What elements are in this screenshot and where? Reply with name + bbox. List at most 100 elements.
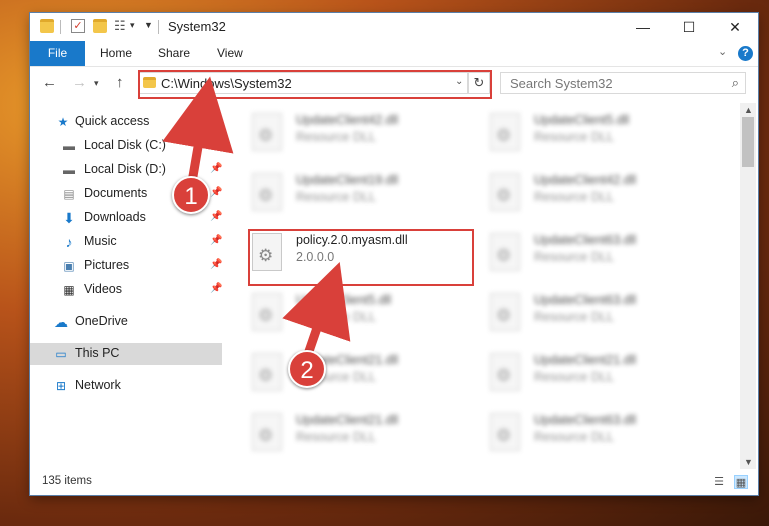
item-count: 135 items: [42, 475, 92, 487]
scroll-up-icon[interactable]: ▲: [744, 105, 753, 115]
tab-file[interactable]: File: [30, 41, 85, 66]
file-item[interactable]: ⚙ UpdateClient63.dll Resource DLL: [464, 289, 694, 337]
sidebar-item-label: Downloads: [84, 210, 146, 224]
sidebar-item-label: Local Disk (D:): [84, 162, 166, 176]
file-item[interactable]: ⚙ UpdateClient63.dll Resource DLL: [464, 409, 694, 457]
dll-file-icon: ⚙: [252, 293, 282, 331]
address-highlight-box: [138, 70, 492, 99]
large-icons-view-icon[interactable]: ▦: [734, 475, 748, 489]
tab-home[interactable]: Home: [100, 41, 132, 66]
file-item[interactable]: ⚙ UpdateClient42.dll Resource DLL: [464, 169, 694, 217]
dll-file-icon: ⚙: [252, 113, 282, 151]
search-icon[interactable]: ⌕: [732, 75, 739, 91]
gear-icon: ⚙: [496, 186, 512, 205]
gear-icon: ⚙: [258, 426, 274, 445]
file-name: UpdateClient21.dll: [534, 353, 637, 367]
dll-file-icon: ⚙: [252, 413, 282, 451]
gear-icon: ⚙: [258, 306, 274, 325]
sidebar-item-label: Music: [84, 234, 117, 248]
dll-file-icon: ⚙: [490, 293, 520, 331]
file-description: Resource DLL: [534, 430, 614, 444]
file-item[interactable]: ⚙ UpdateClient19.dll Resource DLL: [226, 169, 456, 217]
sidebar-item-label: Videos: [84, 282, 122, 296]
sidebar-item-local-disk-c[interactable]: ▬ Local Disk (C:) 📌: [30, 135, 222, 157]
ribbon-tabs: File Home Share View ⌄ ?: [30, 41, 758, 67]
sidebar-item-videos[interactable]: ▦ Videos 📌: [30, 279, 222, 301]
step-2-badge: 2: [288, 350, 326, 388]
file-description: Resource DLL: [534, 130, 614, 144]
music-icon: ♪: [65, 234, 73, 250]
file-description: Resource DLL: [296, 190, 376, 204]
sidebar-item-music[interactable]: ♪ Music 📌: [30, 231, 223, 253]
file-name: UpdateClient19.dll: [296, 173, 399, 187]
forward-arrow-icon[interactable]: →: [72, 74, 87, 91]
vertical-scrollbar[interactable]: ▲ ▼: [740, 103, 756, 469]
file-explorer-window: ✓ ☷ ▾ ▼ System32 — ☐ ✕ File Home Share V…: [30, 13, 758, 495]
file-name: UpdateClient5.dll: [534, 113, 630, 127]
pin-icon[interactable]: 📌: [210, 211, 222, 222]
sidebar-item-this-pc[interactable]: ▭ This PC: [30, 343, 222, 365]
dll-file-icon: ⚙: [252, 173, 282, 211]
sidebar-item-network[interactable]: ⊞ Network: [30, 375, 222, 397]
close-button[interactable]: ✕: [712, 13, 758, 41]
dll-file-icon: ⚙: [490, 233, 520, 271]
file-name: UpdateClient63.dll: [534, 413, 637, 427]
gear-icon: ⚙: [258, 126, 274, 145]
file-name: UpdateClient21.dll: [296, 413, 399, 427]
search-input[interactable]: Search System32: [510, 76, 613, 91]
file-item[interactable]: ⚙ UpdateClient21.dll Resource DLL: [226, 349, 456, 397]
gear-icon: ⚙: [496, 306, 512, 325]
help-icon[interactable]: ?: [738, 46, 753, 61]
sidebar-item-label: Network: [75, 378, 121, 392]
sidebar-item-label: Pictures: [84, 258, 130, 272]
sidebar-item-pictures[interactable]: ▣ Pictures 📌: [30, 255, 222, 277]
dll-file-icon: ⚙: [490, 353, 520, 391]
up-arrow-icon[interactable]: ↑: [116, 74, 124, 91]
gear-icon: ⚙: [496, 246, 512, 265]
pictures-icon: ▣: [63, 259, 75, 273]
maximize-button[interactable]: ☐: [666, 13, 712, 41]
chevron-down-icon[interactable]: ▾: [130, 20, 135, 31]
sidebar-item-quick-access[interactable]: ★ Quick access: [30, 111, 222, 133]
dll-file-icon: ⚙: [490, 113, 520, 151]
search-box[interactable]: Search System32 ⌕: [500, 72, 746, 94]
file-item[interactable]: ⚙ UpdateClient42.dll Resource DLL: [226, 109, 456, 157]
dll-file-icon: ⚙: [252, 353, 282, 391]
pin-icon[interactable]: 📌: [210, 259, 222, 270]
file-item[interactable]: ⚙ UpdateClient5.dll Resource DLL: [464, 109, 694, 157]
minimize-button[interactable]: —: [620, 13, 666, 41]
tab-view[interactable]: View: [217, 41, 243, 66]
details-view-icon[interactable]: ☰: [712, 475, 726, 489]
scroll-thumb[interactable]: [742, 117, 754, 167]
pin-icon[interactable]: 📌: [210, 283, 222, 294]
file-item[interactable]: ⚙ UpdateClient5.dll Resource DLL: [226, 289, 456, 337]
title-bar: ✓ ☷ ▾ ▼ System32 — ☐ ✕: [30, 13, 758, 41]
file-item[interactable]: ⚙ UpdateClient63.dll Resource DLL: [464, 229, 694, 277]
gear-icon: ⚙: [496, 426, 512, 445]
pin-icon[interactable]: 📌: [210, 187, 222, 198]
expand-ribbon-icon[interactable]: ⌄: [718, 45, 727, 58]
customize-icon[interactable]: ☷: [114, 19, 128, 33]
file-item[interactable]: ⚙ UpdateClient21.dll Resource DLL: [226, 409, 456, 457]
window-title: System32: [168, 19, 226, 34]
properties-check-icon[interactable]: ✓: [71, 19, 85, 33]
sidebar-item-onedrive[interactable]: ☁ OneDrive: [30, 311, 222, 333]
tab-share[interactable]: Share: [158, 41, 190, 66]
file-list: ⚙ UpdateClient42.dll Resource DLL ⚙ Upda…: [226, 103, 740, 467]
sidebar-item-label: OneDrive: [75, 314, 128, 328]
dll-file-icon: ⚙: [490, 173, 520, 211]
navigation-pane: ★ Quick access ▬ Local Disk (C:) 📌 ▬ Loc…: [30, 107, 226, 467]
back-arrow-icon[interactable]: ←: [42, 74, 57, 91]
quick-access-toolbar-dropdown-icon[interactable]: ▼: [144, 20, 153, 30]
network-icon: ⊞: [55, 379, 67, 393]
pin-icon[interactable]: 📌: [210, 139, 222, 150]
recent-locations-chevron-icon[interactable]: ▾: [94, 78, 99, 89]
pin-icon[interactable]: 📌: [210, 235, 222, 246]
new-folder-icon[interactable]: [93, 19, 107, 33]
divider: [158, 20, 159, 34]
file-item[interactable]: ⚙ UpdateClient21.dll Resource DLL: [464, 349, 694, 397]
scroll-down-icon[interactable]: ▼: [744, 457, 753, 467]
pin-icon[interactable]: 📌: [210, 163, 222, 174]
star-icon: ★: [57, 115, 69, 129]
gear-icon: ⚙: [496, 366, 512, 385]
